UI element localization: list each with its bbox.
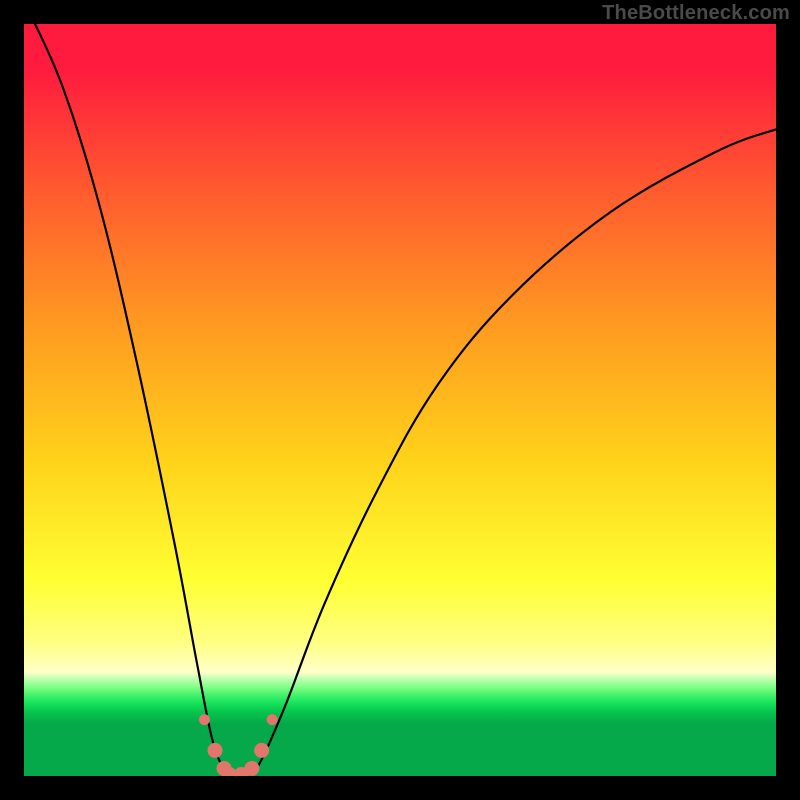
curve-marker [267, 714, 278, 725]
curve-markers [199, 714, 278, 776]
curve-marker [199, 714, 210, 725]
bottleneck-curve [24, 24, 776, 776]
curve-marker [244, 761, 259, 776]
curve-left-branch [24, 24, 229, 776]
curve-marker [208, 743, 223, 758]
curve-marker [254, 743, 269, 758]
attribution-text: TheBottleneck.com [602, 2, 790, 25]
curve-right-branch [252, 129, 776, 776]
plot-area [24, 24, 776, 776]
